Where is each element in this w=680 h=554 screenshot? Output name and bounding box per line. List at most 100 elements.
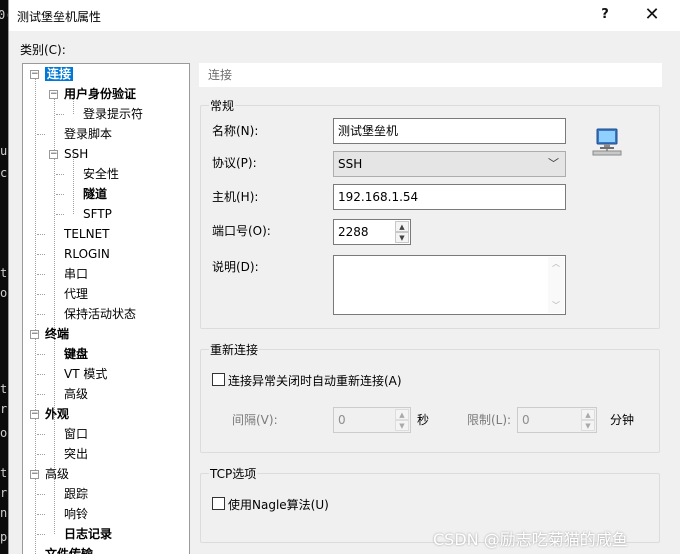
spin-down-icon[interactable]: ▼ (581, 420, 595, 431)
help-button[interactable]: ? (593, 4, 617, 26)
protocol-select[interactable]: SSH ﹀ (333, 151, 566, 177)
chevron-down-icon: ﹀ (548, 157, 559, 170)
tree-connector (37, 354, 45, 355)
protocol-value: SSH (338, 157, 363, 171)
tree-item-label: RLOGIN (64, 247, 110, 261)
section-header: 连接 (199, 63, 662, 87)
tree-item[interactable]: 保持活动状态 (64, 305, 136, 323)
tree-item[interactable]: 文件传输 (45, 545, 93, 554)
interval-unit: 秒 (417, 413, 430, 427)
tree-item[interactable]: 串口 (64, 265, 88, 283)
tree-item[interactable]: 隧道 (83, 185, 107, 203)
tree-connector (37, 494, 45, 495)
collapse-toggle-icon[interactable]: − (49, 90, 58, 99)
spin-down-icon[interactable]: ▼ (395, 420, 409, 431)
tree-item[interactable]: 登录脚本 (64, 125, 112, 143)
spin-up-icon[interactable]: ▲ (581, 409, 595, 420)
scroll-up-icon[interactable]: ︿ (548, 257, 564, 271)
tree-item-label: 跟踪 (64, 487, 89, 501)
tree-item[interactable]: 代理 (64, 285, 88, 303)
tree-connector (56, 214, 64, 215)
tree-connector (37, 374, 45, 375)
spin-down-icon[interactable]: ▼ (395, 232, 409, 243)
tree-item[interactable]: TELNET (64, 225, 110, 243)
auto-reconnect-checkbox[interactable] (212, 373, 225, 386)
close-button[interactable]: ✕ (640, 4, 664, 26)
collapse-toggle-icon[interactable]: − (49, 150, 58, 159)
category-label: 类别(C): (20, 43, 66, 57)
tree-item[interactable]: 安全性 (83, 165, 119, 183)
tree-connector (37, 274, 45, 275)
spin-up-icon[interactable]: ▲ (395, 409, 409, 420)
protocol-label: 协议(P): (212, 156, 257, 170)
tree-item[interactable]: 键盘 (64, 345, 88, 363)
tree-connector (56, 174, 64, 175)
tree-item-label: VT 模式 (64, 367, 108, 381)
tcp-legend: TCP选项 (209, 465, 258, 482)
tree-connector (37, 254, 45, 255)
auto-reconnect-label[interactable]: 连接异常关闭时自动重新连接(A) (228, 372, 402, 389)
tree-item[interactable]: 跟踪 (64, 485, 88, 503)
tree-item[interactable]: 外观 (45, 405, 69, 423)
description-scrollbar[interactable]: ︿ ﹀ (548, 257, 564, 313)
tree-connector (54, 94, 55, 354)
background-text: u (0, 144, 8, 158)
tree-item[interactable]: RLOGIN (64, 245, 110, 263)
host-label: 主机(H): (212, 190, 259, 204)
background-text: t (0, 466, 8, 480)
limit-unit: 分钟 (610, 413, 635, 427)
background-text: o (0, 426, 8, 440)
scroll-down-icon[interactable]: ﹀ (548, 299, 564, 313)
background-terminal: 0( u c t o t r o t r n p (0, 0, 12, 554)
reconnect-group: 重新连接 (200, 341, 660, 453)
collapse-toggle-icon[interactable]: − (30, 470, 39, 479)
tree-connector (35, 74, 36, 554)
background-text: p (0, 530, 8, 544)
tree-item[interactable]: 连接 (45, 65, 74, 83)
nagle-label[interactable]: 使用Nagle算法(U) (228, 496, 329, 513)
nagle-checkbox[interactable] (212, 497, 225, 510)
tree-connector (37, 454, 45, 455)
tree-item[interactable]: 高级 (45, 465, 69, 483)
tree-connector (37, 294, 45, 295)
tree-item[interactable]: VT 模式 (64, 365, 107, 383)
collapse-toggle-icon[interactable]: − (30, 410, 39, 419)
host-field[interactable]: 192.168.1.54 (333, 184, 566, 210)
background-text: r (0, 402, 8, 416)
collapse-toggle-icon[interactable]: − (30, 330, 39, 339)
category-tree[interactable]: 连接 − 用户身份验证 − 登录提示符 登录脚本 SSH − 安全性 隧道 SFTP TELNET RL… (22, 63, 190, 554)
interval-stepper[interactable]: 0 ▲ ▼ (333, 407, 411, 433)
collapse-toggle-icon[interactable]: − (30, 70, 39, 79)
tree-item[interactable]: SFTP (83, 205, 112, 223)
general-legend: 常规 (209, 97, 236, 114)
spin-up-icon[interactable]: ▲ (395, 221, 409, 232)
watermark: CSDN @励志吃菊猫的咸鱼 (433, 530, 628, 549)
tree-connector (37, 434, 45, 435)
tree-item[interactable]: 登录提示符 (83, 105, 143, 123)
tree-connector (37, 134, 45, 135)
description-label: 说明(D): (212, 260, 259, 274)
tree-item[interactable]: SSH (64, 145, 88, 163)
title-bar[interactable]: 测试堡垒机属性 ? ✕ (9, 0, 680, 31)
description-field[interactable]: ︿ ﹀ (333, 255, 566, 315)
window-title: 测试堡垒机属性 (17, 10, 102, 24)
name-field[interactable]: 测试堡垒机 (333, 118, 566, 144)
limit-stepper[interactable]: 0 ▲ ▼ (517, 407, 597, 433)
limit-label: 限制(L): (467, 413, 512, 427)
tree-item-label: SFTP (83, 207, 112, 221)
tree-item[interactable]: 日志记录 (64, 525, 112, 543)
tree-connector (37, 314, 45, 315)
port-stepper[interactable]: 2288 ▲ ▼ (333, 219, 411, 245)
tree-item[interactable]: 用户身份验证 (64, 85, 136, 103)
tree-item[interactable]: 窗口 (64, 425, 88, 443)
tree-item[interactable]: 突出 (64, 445, 88, 463)
tree-item[interactable]: 响铃 (64, 505, 88, 523)
tree-connector (37, 534, 45, 535)
tree-item-label: 终端 (45, 327, 70, 341)
tree-item[interactable]: 高级 (64, 385, 88, 403)
tree-item-label: 日志记录 (64, 527, 113, 541)
tree-item-label: 串口 (64, 267, 89, 281)
tree-item-label: 代理 (64, 287, 89, 301)
tree-item[interactable]: 终端 (45, 325, 69, 343)
port-label: 端口号(O): (212, 224, 271, 238)
